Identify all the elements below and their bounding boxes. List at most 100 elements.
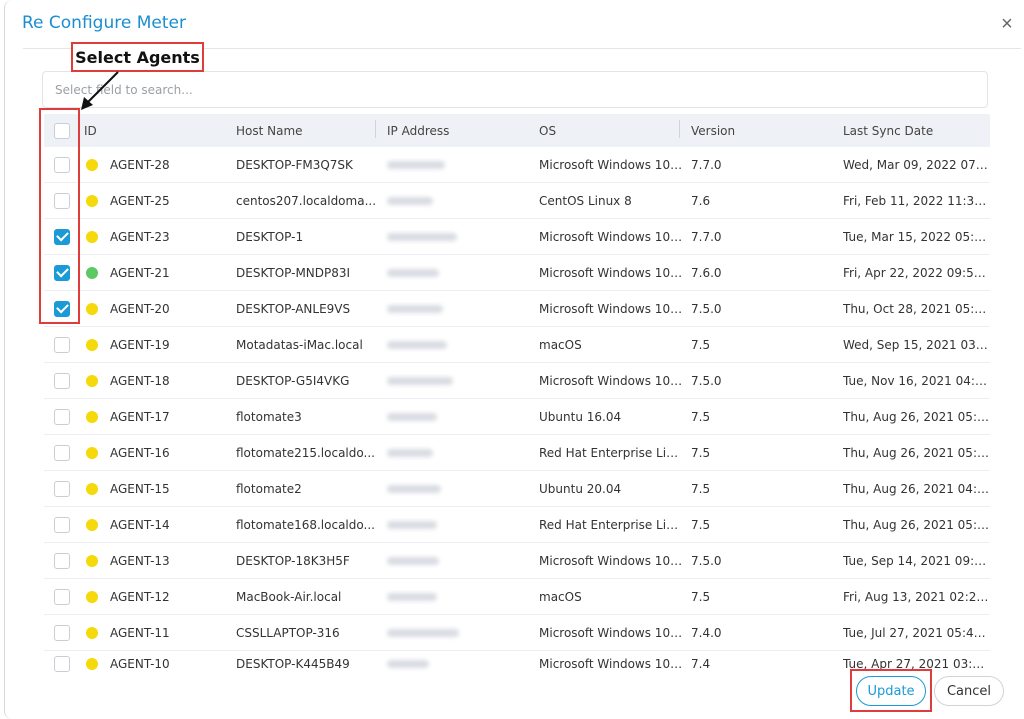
row-checkbox[interactable]: [54, 408, 70, 425]
os-name: Red Hat Enterprise Lin...: [539, 445, 686, 460]
agent-id: AGENT-10: [110, 657, 170, 671]
row-checkbox[interactable]: [54, 656, 70, 672]
agent-id: AGENT-23: [110, 229, 170, 244]
row-checkbox[interactable]: [54, 300, 70, 317]
table-row[interactable]: AGENT-14 flotomate168.localdo... Red Hat E…: [44, 507, 990, 543]
last-sync-date: Fri, Feb 11, 2022 11:32 AM: [843, 193, 990, 208]
row-checkbox[interactable]: [54, 192, 70, 209]
host-name: DESKTOP-FM3Q7SK: [236, 157, 353, 172]
row-checkbox[interactable]: [54, 264, 70, 281]
version: 7.4: [691, 657, 711, 671]
last-sync-date: Wed, Mar 09, 2022 07:...: [843, 157, 990, 172]
status-dot-icon: [86, 302, 98, 315]
version: 7.7.0: [691, 229, 722, 244]
col-header-ip[interactable]: IP Address: [387, 124, 449, 138]
status-dot-icon: [86, 338, 98, 351]
agent-id: AGENT-18: [110, 373, 170, 388]
col-header-last-sync[interactable]: Last Sync Date: [843, 124, 933, 138]
os-name: Microsoft Windows 10 ...: [539, 157, 686, 172]
version: 7.5.0: [691, 553, 722, 568]
last-sync-date: Tue, Jul 27, 2021 05:49 ...: [843, 625, 990, 640]
row-checkbox[interactable]: [54, 372, 70, 389]
os-name: macOS: [539, 589, 582, 604]
col-header-id[interactable]: ID: [80, 124, 236, 138]
last-sync-date: Thu, Aug 26, 2021 05:17...: [843, 517, 990, 532]
row-checkbox[interactable]: [54, 480, 70, 497]
col-header-os[interactable]: OS: [539, 124, 556, 138]
ip-address-redacted: [387, 196, 433, 205]
ip-address-redacted: [387, 232, 457, 241]
ip-address-redacted: [387, 160, 445, 169]
os-name: Microsoft Windows 10 ...: [539, 265, 686, 280]
version: 7.5: [691, 445, 711, 460]
status-dot-icon: [86, 230, 98, 243]
last-sync-date: Wed, Sep 15, 2021 03:5...: [843, 337, 990, 352]
table-row[interactable]: AGENT-11 CSSLLAPTOP-316 Microsoft Windows …: [44, 615, 990, 651]
status-dot-icon: [86, 590, 98, 603]
search-input[interactable]: Select field to search...: [42, 71, 988, 108]
os-name: Ubuntu 20.04: [539, 481, 622, 496]
host-name: DESKTOP-18K3H5F: [236, 553, 350, 568]
agent-id: AGENT-12: [110, 589, 170, 604]
table-row[interactable]: AGENT-12 MacBook-Air.local macOS 7.5 Fri, Au…: [44, 579, 990, 615]
host-name: DESKTOP-K445B49: [236, 657, 350, 671]
last-sync-date: Thu, Aug 26, 2021 05:0...: [843, 445, 990, 460]
os-name: Red Hat Enterprise Lin...: [539, 517, 686, 532]
os-name: Microsoft Windows 10 ...: [539, 625, 686, 640]
col-header-host[interactable]: Host Name: [236, 124, 303, 138]
ip-address-redacted: [387, 412, 437, 421]
host-name: flotomate3: [236, 409, 302, 424]
host-name: flotomate215.localdo...: [236, 445, 375, 460]
ip-address-redacted: [387, 556, 439, 565]
version: 7.5: [691, 337, 711, 352]
status-dot-icon: [86, 658, 98, 670]
table-row[interactable]: AGENT-21 DESKTOP-MNDP83I Microsoft Windows…: [44, 255, 990, 291]
agent-id: AGENT-16: [110, 445, 170, 460]
status-dot-icon: [86, 194, 98, 207]
host-name: centos207.localdoma...: [236, 193, 377, 208]
table-row[interactable]: AGENT-23 DESKTOP-1 Microsoft Windows 10 ..…: [44, 219, 990, 255]
ip-address-redacted: [387, 592, 437, 601]
status-dot-icon: [86, 158, 98, 171]
ip-address-redacted: [387, 660, 429, 668]
row-checkbox[interactable]: [54, 516, 70, 533]
agent-id: AGENT-17: [110, 409, 170, 424]
row-checkbox[interactable]: [54, 552, 70, 569]
table-row[interactable]: AGENT-28 DESKTOP-FM3Q7SK Microsoft Windows…: [44, 147, 990, 183]
cancel-button[interactable]: Cancel: [934, 676, 1004, 706]
close-icon[interactable]: ×: [995, 12, 1019, 36]
os-name: Microsoft Windows 10 ...: [539, 373, 686, 388]
table-row[interactable]: AGENT-15 flotomate2 Ubuntu 20.04 7.5 Thu, Au…: [44, 471, 990, 507]
row-checkbox[interactable]: [54, 228, 70, 245]
table-row[interactable]: AGENT-17 flotomate3 Ubuntu 16.04 7.5 Thu, Au…: [44, 399, 990, 435]
agents-table: ID Host Name IP Address OS Version Last …: [44, 114, 990, 677]
table-row[interactable]: AGENT-10 DESKTOP-K445B49 Microsoft Windows…: [44, 651, 990, 677]
last-sync-date: Thu, Oct 28, 2021 05:04...: [843, 301, 990, 316]
ip-address-redacted: [387, 520, 437, 529]
select-all-checkbox[interactable]: [54, 122, 70, 139]
row-checkbox[interactable]: [54, 624, 70, 641]
version: 7.5: [691, 481, 711, 496]
row-checkbox[interactable]: [54, 444, 70, 461]
version: 7.6: [691, 193, 711, 208]
row-checkbox[interactable]: [54, 156, 70, 173]
table-row[interactable]: AGENT-19 Motadatas-iMac.local macOS 7.5 Wed,…: [44, 327, 990, 363]
agent-id: AGENT-25: [110, 193, 170, 208]
table-row[interactable]: AGENT-25 centos207.localdoma... CentOS Lin…: [44, 183, 990, 219]
col-header-version[interactable]: Version: [691, 124, 735, 138]
last-sync-date: Fri, Apr 22, 2022 09:58 ...: [843, 265, 990, 280]
row-checkbox[interactable]: [54, 336, 70, 353]
ip-address-redacted: [387, 268, 439, 277]
table-row[interactable]: AGENT-20 DESKTOP-ANLE9VS Microsoft Windows…: [44, 291, 990, 327]
row-checkbox[interactable]: [54, 588, 70, 605]
table-row[interactable]: AGENT-13 DESKTOP-18K3H5F Microsoft Windows…: [44, 543, 990, 579]
version: 7.5: [691, 409, 711, 424]
update-button[interactable]: Update: [856, 676, 926, 706]
agent-id: AGENT-21: [110, 265, 170, 280]
table-row[interactable]: AGENT-18 DESKTOP-G5I4VKG Microsoft Windows…: [44, 363, 990, 399]
table-row[interactable]: AGENT-16 flotomate215.localdo... Red Hat E…: [44, 435, 990, 471]
ip-address-redacted: [387, 304, 443, 313]
os-name: CentOS Linux 8: [539, 193, 632, 208]
version: 7.5: [691, 517, 711, 532]
last-sync-date: Tue, Sep 14, 2021 09:18 ...: [843, 553, 990, 568]
